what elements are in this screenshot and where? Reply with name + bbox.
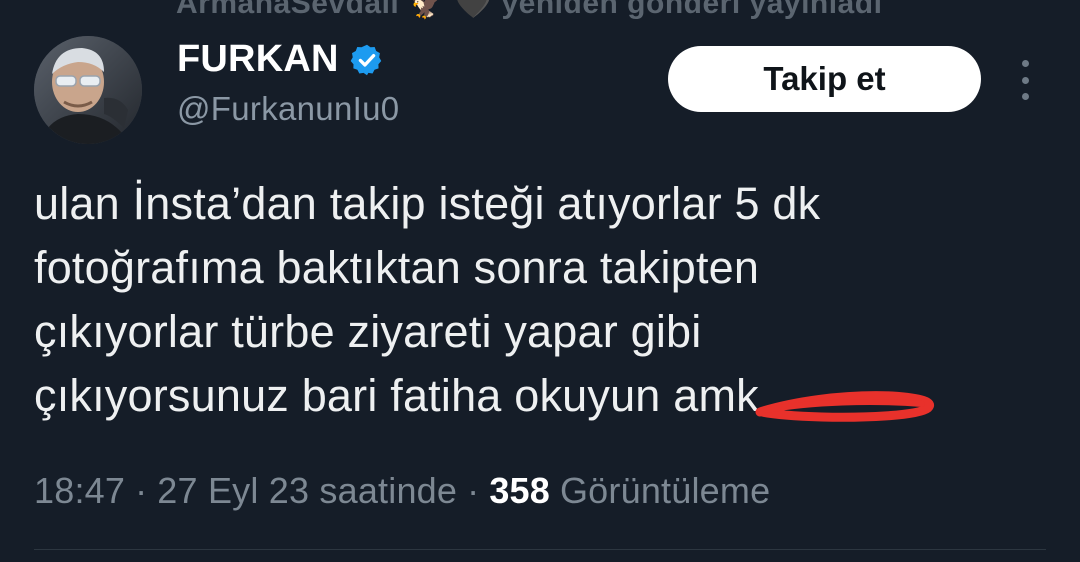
scribbled-word: amk [673, 370, 759, 421]
tweet-line: çıkıyorlar türbe ziyareti yapar gibi [34, 306, 702, 357]
author-handle[interactable]: @FurkanunIu0 [177, 90, 399, 128]
tweet-text: ulan İnsta’dan takip isteği atıyorlar 5 … [34, 172, 1054, 428]
tweet-meta: 18:47 · 27 Eyl 23 saatinde · 358 Görüntü… [34, 470, 770, 512]
repost-banner-text: ArmanaSevdalı 🦅 🖤 yeniden gönderi yayınl… [176, 0, 883, 20]
profile-photo [34, 36, 142, 144]
separator: · [467, 470, 480, 511]
follow-button[interactable]: Takip et [668, 46, 981, 112]
verified-badge-icon [349, 42, 385, 78]
tweet-line-text: çıkıyorsunuz bari fatiha okuyun [34, 370, 661, 421]
views-label[interactable]: Görüntüleme [560, 470, 770, 512]
author-name-row[interactable]: FURKAN [177, 38, 385, 81]
repost-banner[interactable]: ArmanaSevdalı 🦅 🖤 yeniden gönderi yayınl… [176, 0, 882, 21]
avatar[interactable] [34, 36, 142, 144]
more-vertical-icon[interactable] [1010, 60, 1040, 100]
divider [34, 549, 1046, 550]
tweet-line: fotoğrafıma baktıktan sonra takipten [34, 242, 760, 293]
dot [1021, 60, 1029, 67]
tweet-line: çıkıyorsunuz bari fatiha okuyun amk [34, 364, 1054, 428]
tweet-date[interactable]: 27 Eyl 23 saatinde [157, 470, 457, 512]
dot [1021, 76, 1029, 84]
tweet-time[interactable]: 18:47 [34, 470, 125, 512]
views-count[interactable]: 358 [489, 470, 550, 512]
separator: · [135, 470, 148, 511]
tweet-line: ulan İnsta’dan takip isteği atıyorlar 5 … [34, 178, 821, 229]
display-name[interactable]: FURKAN [177, 38, 339, 81]
dot [1021, 93, 1029, 100]
